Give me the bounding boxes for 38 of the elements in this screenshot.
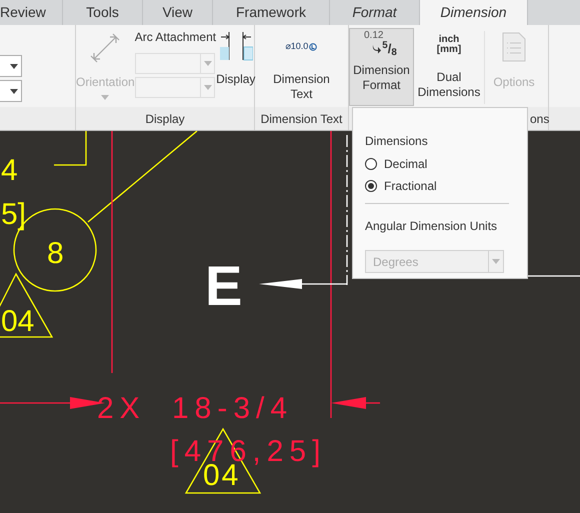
section-heading: Angular Dimension Units: [365, 218, 498, 235]
group-label: ons: [530, 110, 550, 128]
annotation-text: 4: [1, 154, 18, 187]
radio-button[interactable]: [365, 180, 377, 192]
radio-option[interactable]: Fractional: [365, 177, 515, 195]
datum-triangle: [0, 272, 54, 338]
caret-icon: [204, 85, 212, 90]
annotation-text: 5]: [1, 198, 26, 231]
combo-box[interactable]: [0, 80, 22, 102]
combo-box[interactable]: [0, 55, 22, 77]
curved-arrow-icon: [372, 44, 382, 54]
dimension-text-button[interactable]: ⌀10.0 Dimension Text: [262, 25, 342, 108]
annotation-text: 18-3/4: [172, 392, 294, 425]
section-heading: Dimensions: [365, 133, 429, 150]
annotation-text: E: [205, 254, 242, 317]
caret-icon: [492, 259, 500, 264]
caret-icon: [204, 61, 212, 66]
diagonal-arrow-icon: [90, 33, 120, 63]
arc-attachment-label: Arc Attachment: [134, 29, 216, 46]
group-label: Display: [145, 110, 185, 128]
caret-icon: [10, 64, 18, 68]
dimension-format-button[interactable]: 0.12 $^{5}$/$_{8}$ Dimension Format: [349, 28, 414, 106]
fraction-text: $^{5}$/$_{8}$: [382, 41, 397, 57]
document-list-icon: [502, 32, 526, 62]
annotation-text: 8: [47, 237, 64, 270]
group-label: Dimension Text: [260, 110, 342, 128]
ribbon-tab[interactable]: Dimension: [420, 0, 528, 25]
caret-icon: [101, 95, 110, 100]
annotation-text: 2X: [97, 392, 146, 425]
radio-option[interactable]: Decimal: [365, 155, 515, 173]
dimension-arrow: [331, 397, 380, 409]
annotation-text: 04: [1, 305, 34, 338]
circled-letter-icon: [309, 42, 318, 50]
display-button[interactable]: Display: [216, 25, 256, 108]
radio-button[interactable]: [365, 158, 377, 170]
caret-icon: [10, 88, 18, 94]
display-icon: [218, 31, 253, 61]
dual-dimensions-button[interactable]: inch [mm] Dual Dimensions: [414, 28, 484, 108]
